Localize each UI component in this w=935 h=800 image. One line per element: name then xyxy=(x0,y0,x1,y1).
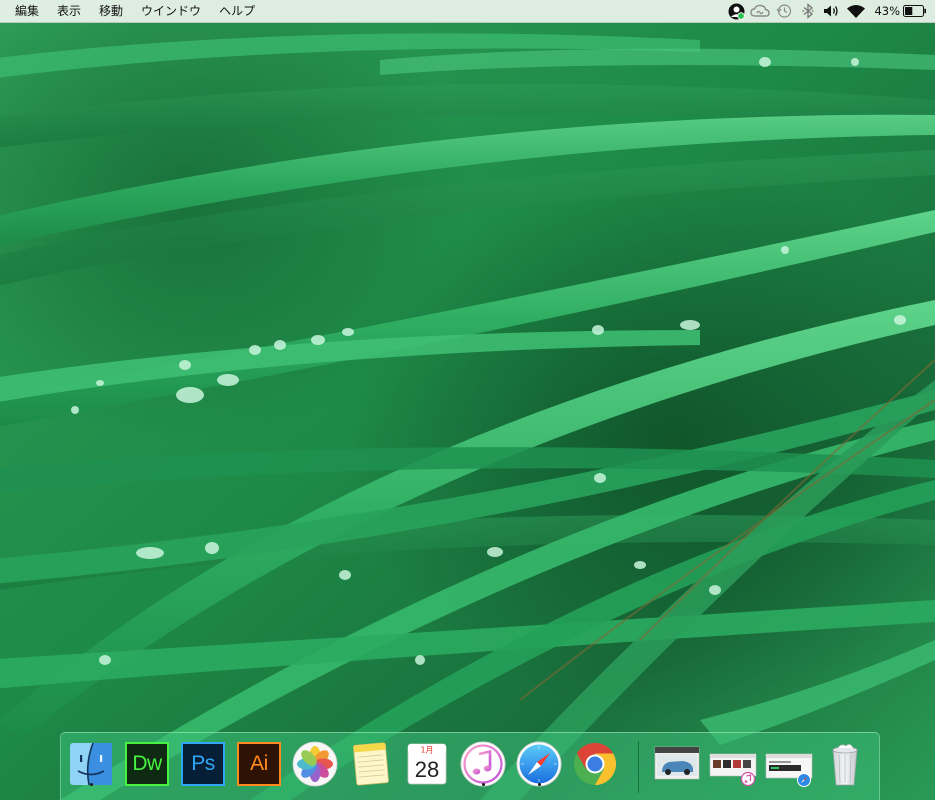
safari-icon xyxy=(516,741,562,787)
photos-icon xyxy=(292,741,338,787)
menu-go[interactable]: 移動 xyxy=(90,0,132,22)
photoshop-icon: Ps xyxy=(181,742,225,786)
dock-separator xyxy=(638,741,639,793)
calendar-icon: 1月 28 xyxy=(407,743,447,785)
user-account-icon[interactable] xyxy=(724,0,748,22)
menu-help[interactable]: ヘルプ xyxy=(210,0,264,22)
dock-item-safari[interactable] xyxy=(515,740,563,788)
illustrator-icon: Ai xyxy=(237,742,281,786)
dreamweaver-icon-label: Dw xyxy=(132,752,162,775)
dock: Dw Ps Ai 1月 28 xyxy=(60,732,880,800)
minimized-window-thumbnail xyxy=(709,753,757,787)
illustrator-icon-label: Ai xyxy=(250,752,268,775)
wifi-icon[interactable] xyxy=(844,0,868,22)
app-menus: 編集 表示 移動 ウインドウ ヘルプ xyxy=(0,0,264,22)
grass-wallpaper xyxy=(0,0,935,800)
time-machine-icon[interactable] xyxy=(772,0,796,22)
minimized-window-thumbnail xyxy=(654,746,700,780)
photoshop-icon-label: Ps xyxy=(191,752,215,775)
notes-icon xyxy=(353,742,389,786)
dock-item-notes[interactable] xyxy=(347,740,395,788)
desktop[interactable]: 編集 表示 移動 ウインドウ ヘルプ 43% Dw Ps Ai 1月 28 xyxy=(0,0,935,800)
calendar-month: 1月 xyxy=(420,746,433,755)
battery-icon[interactable] xyxy=(903,0,927,22)
menu-edit[interactable]: 編集 xyxy=(6,0,48,22)
bluetooth-icon[interactable] xyxy=(796,0,820,22)
trash-icon xyxy=(832,744,858,786)
dreamweaver-icon: Dw xyxy=(125,742,169,786)
dock-item-photoshop[interactable]: Ps xyxy=(179,740,227,788)
calendar-day: 28 xyxy=(415,757,439,782)
minimized-window-thumbnail xyxy=(765,753,813,787)
volume-icon[interactable] xyxy=(820,0,844,22)
menu-window[interactable]: ウインドウ xyxy=(132,0,210,22)
dock-item-finder[interactable] xyxy=(67,740,115,788)
running-indicator xyxy=(481,783,485,786)
dock-item-dreamweaver[interactable]: Dw xyxy=(123,740,171,788)
chrome-icon xyxy=(574,743,617,785)
itunes-icon xyxy=(460,741,506,787)
creative-cloud-icon[interactable] xyxy=(748,0,772,22)
dock-item-calendar[interactable]: 1月 28 xyxy=(403,740,451,788)
status-area: 43% xyxy=(724,0,935,22)
running-indicator xyxy=(537,783,541,786)
dock-item-illustrator[interactable]: Ai xyxy=(235,740,283,788)
dock-item-photos[interactable] xyxy=(291,740,339,788)
dock-item-trash[interactable] xyxy=(821,740,869,788)
minimized-window-safari[interactable] xyxy=(765,740,813,788)
finder-icon xyxy=(70,742,112,786)
dock-item-chrome[interactable] xyxy=(571,740,619,788)
menu-view[interactable]: 表示 xyxy=(48,0,90,22)
dock-item-itunes[interactable] xyxy=(459,740,507,788)
menu-bar: 編集 表示 移動 ウインドウ ヘルプ 43% xyxy=(0,0,935,23)
minimized-window-itunes[interactable] xyxy=(709,740,757,788)
running-indicator xyxy=(89,783,93,786)
battery-percentage[interactable]: 43% xyxy=(868,0,903,22)
minimized-window-car-photo[interactable] xyxy=(653,740,701,788)
